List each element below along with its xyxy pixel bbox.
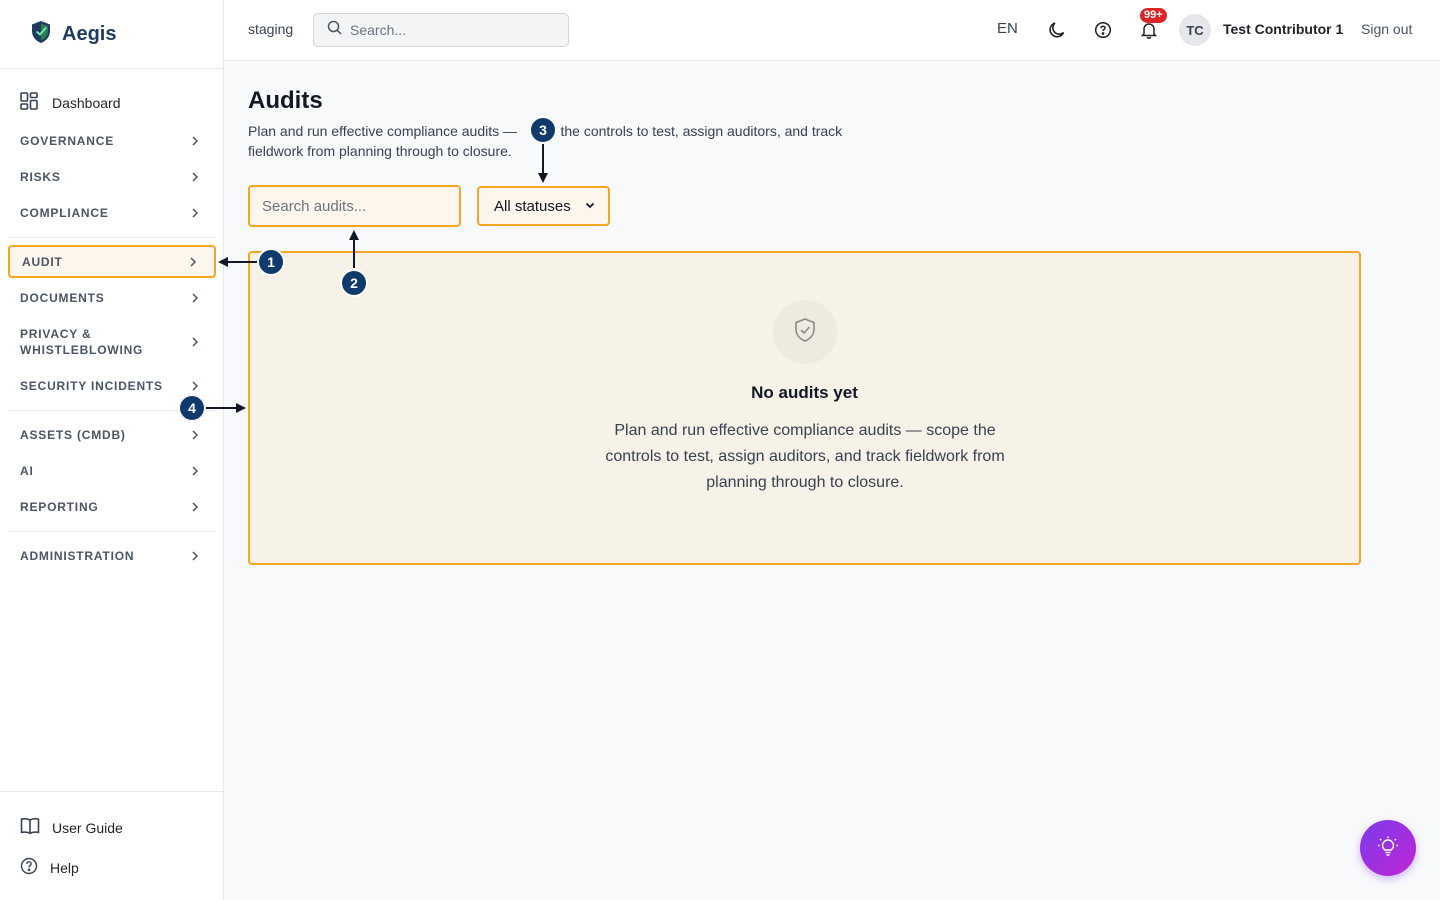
page-subtitle-part-a: Plan and run effective compliance audits… [248, 123, 518, 139]
sidebar-item-ai[interactable]: AI [8, 458, 216, 484]
shield-logo-icon [30, 20, 52, 49]
dashboard-grid-icon [20, 91, 38, 115]
brand[interactable]: Aegis [0, 0, 223, 69]
sidebar: Aegis Dashboard GOVERNANCE RISKS COMPLIA… [0, 0, 224, 900]
empty-state-title: No audits yet [751, 383, 858, 402]
sidebar-item-risks[interactable]: RISKS [8, 164, 216, 190]
sidebar-item-label: GOVERNANCE [20, 134, 115, 148]
annotation-marker-1: 1 [257, 248, 285, 276]
assistant-fab-button[interactable] [1360, 820, 1416, 876]
avatar[interactable]: TC [1179, 14, 1211, 46]
chevron-right-icon [192, 136, 199, 146]
search-audits-input[interactable] [248, 185, 461, 227]
chevron-right-icon [192, 466, 199, 476]
sidebar-item-label: AI [20, 464, 34, 478]
sidebar-item-governance[interactable]: GOVERNANCE [8, 128, 216, 154]
chevron-right-icon [192, 381, 199, 391]
topbar: staging EN 99+ TC Test Contributor 1 Sig… [224, 0, 1440, 61]
chevron-right-icon [192, 430, 199, 440]
sign-out-button[interactable]: Sign out [1361, 21, 1412, 37]
notification-badge: 99+ [1140, 8, 1167, 23]
help-circle-icon[interactable] [1092, 19, 1114, 41]
book-icon [20, 817, 40, 838]
sidebar-item-label: ASSETS (CMDB) [20, 428, 126, 442]
sidebar-divider [8, 237, 216, 238]
sidebar-item-audit[interactable]: AUDIT [8, 245, 216, 278]
sidebar-item-label-line2: WHISTLEBLOWING [20, 343, 144, 357]
chevron-right-icon [190, 256, 197, 267]
sidebar-item-label-line1: PRIVACY & [20, 327, 92, 341]
sidebar-footer: User Guide Help [0, 791, 223, 900]
annotation-marker-2: 2 [340, 269, 368, 297]
chevron-right-icon [192, 551, 199, 561]
help-label: Help [50, 859, 79, 876]
language-switcher[interactable]: EN [997, 20, 1018, 37]
lightbulb-icon [1377, 835, 1399, 862]
sidebar-item-label: RISKS [20, 170, 61, 184]
sidebar-item-documents[interactable]: DOCUMENTS [8, 285, 216, 311]
sidebar-item-administration[interactable]: ADMINISTRATION [8, 543, 216, 569]
environment-label: staging [248, 21, 294, 37]
brand-name: Aegis [62, 22, 117, 45]
chevron-right-icon [192, 172, 199, 182]
sidebar-item-label: PRIVACY & WHISTLEBLOWING [20, 326, 143, 358]
dark-mode-moon-icon[interactable] [1046, 19, 1068, 41]
sidebar-item-label: DOCUMENTS [20, 291, 105, 305]
status-filter-select[interactable]: All statuses [477, 186, 610, 226]
help-circle-icon [20, 857, 38, 878]
empty-state: No audits yet Plan and run effective com… [248, 251, 1361, 565]
search-icon [327, 20, 342, 40]
sidebar-item-privacy-whistleblowing[interactable]: PRIVACY & WHISTLEBLOWING [8, 322, 216, 362]
status-filter-value: All statuses [494, 197, 571, 215]
sidebar-item-compliance[interactable]: COMPLIANCE [8, 200, 216, 226]
chevron-right-icon [192, 337, 199, 347]
page-subtitle: Plan and run effective compliance audits… [248, 121, 898, 161]
sidebar-item-label: Dashboard [52, 95, 121, 111]
chevron-right-icon [192, 208, 199, 218]
shield-check-icon [791, 316, 819, 349]
empty-state-description: Plan and run effective compliance audits… [605, 422, 1005, 491]
help-link[interactable]: Help [20, 857, 79, 878]
global-search[interactable] [313, 13, 569, 47]
sidebar-divider [8, 531, 216, 532]
sidebar-item-label: COMPLIANCE [20, 206, 109, 220]
sidebar-item-reporting[interactable]: REPORTING [8, 494, 216, 520]
sidebar-item-label: ADMINISTRATION [20, 549, 135, 563]
user-guide-label: User Guide [52, 819, 123, 836]
sidebar-item-dashboard[interactable]: Dashboard [8, 88, 216, 118]
chevron-right-icon [192, 502, 199, 512]
annotation-marker-3: 3 [529, 116, 557, 144]
global-search-input[interactable] [350, 22, 550, 38]
user-name: Test Contributor 1 [1223, 21, 1344, 37]
sidebar-item-label: SECURITY INCIDENTS [20, 379, 163, 393]
empty-state-icon-circle [773, 300, 837, 364]
sidebar-item-assets-cmdb[interactable]: ASSETS (CMDB) [8, 422, 216, 448]
sidebar-item-label: REPORTING [20, 500, 99, 514]
page-title: Audits [248, 87, 323, 114]
user-guide-link[interactable]: User Guide [20, 817, 123, 838]
annotation-marker-4: 4 [178, 394, 206, 422]
chevron-down-icon [584, 198, 596, 215]
sidebar-item-label: AUDIT [22, 254, 63, 269]
chevron-right-icon [192, 293, 199, 303]
